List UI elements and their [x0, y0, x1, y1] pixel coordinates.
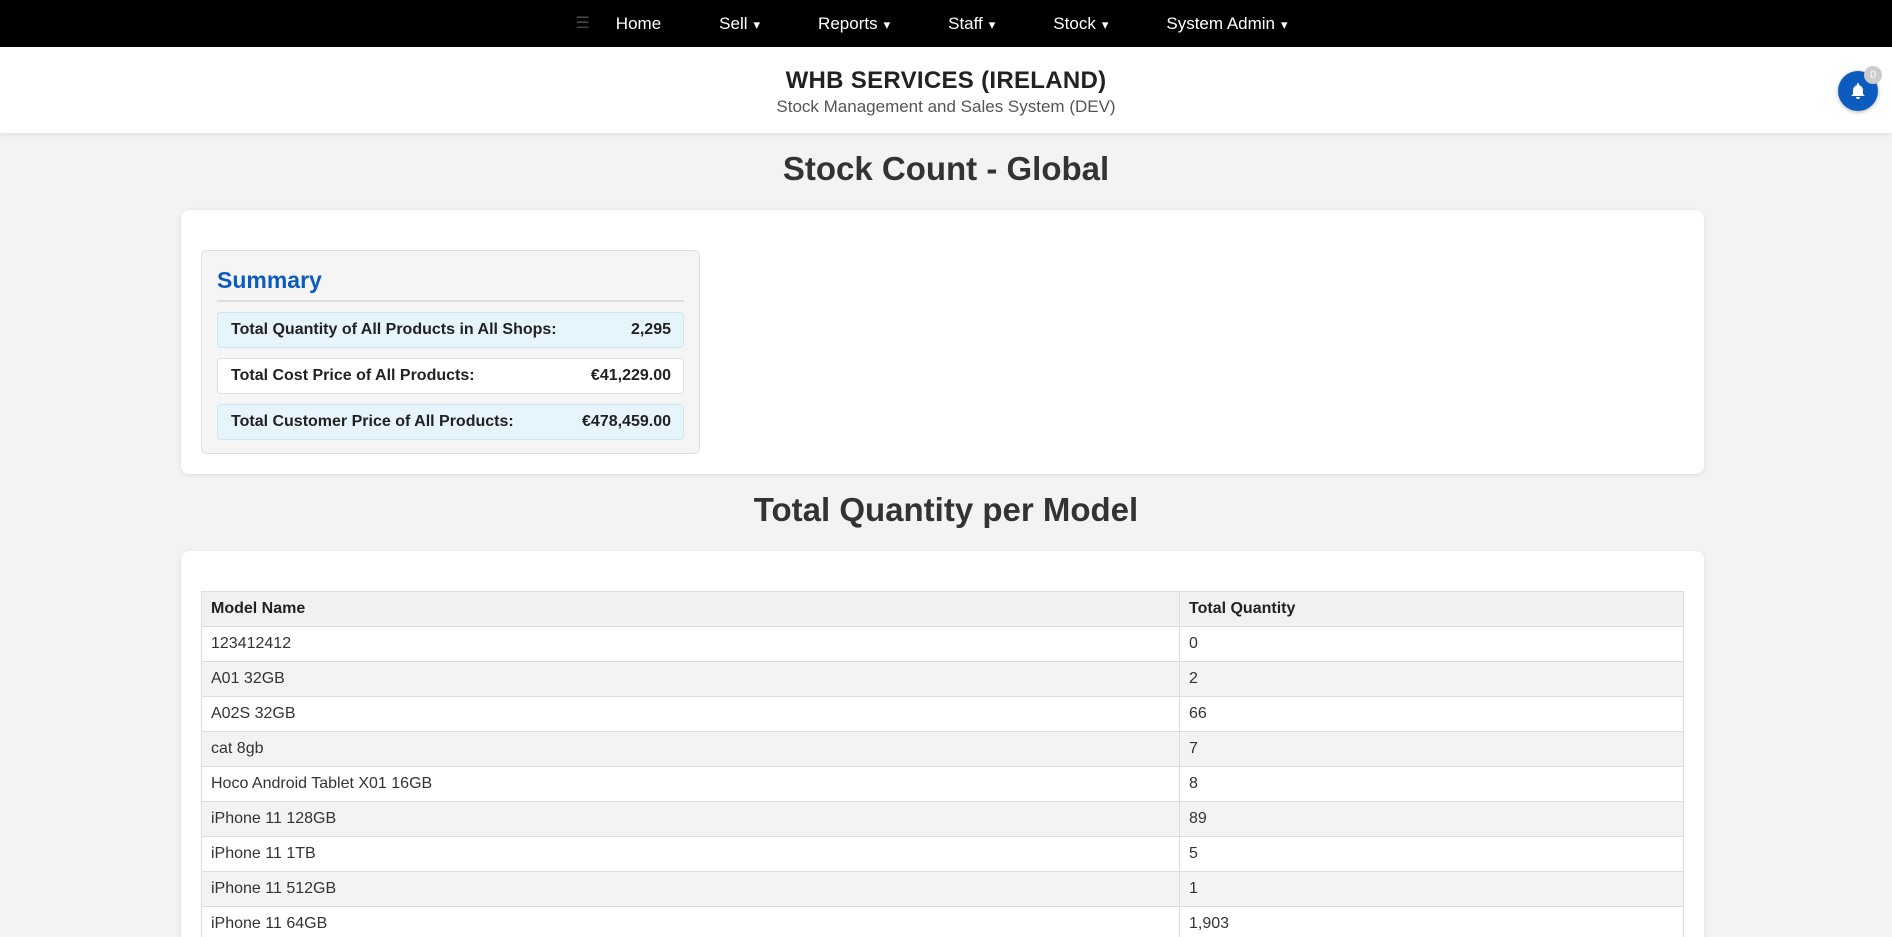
summary-label: Total Quantity of All Products in All Sh… — [231, 321, 557, 338]
chevron-down-icon: ▾ — [1101, 16, 1109, 32]
cell-total-quantity: 1 — [1179, 871, 1684, 907]
cell-model-name: iPhone 11 64GB — [201, 906, 1180, 937]
table-row: iPhone 11 1TB 5 — [201, 836, 1684, 872]
summary-label: Total Cost Price of All Products: — [231, 367, 475, 384]
menu-icon[interactable]: ☰ — [575, 15, 589, 32]
cell-total-quantity: 89 — [1179, 801, 1684, 837]
summary-label: Total Customer Price of All Products: — [231, 413, 514, 430]
nav-reports[interactable]: Reports ▾ — [818, 14, 890, 34]
page-header: WHB SERVICES (IRELAND) Stock Management … — [0, 47, 1892, 133]
nav-system-admin-label: System Admin — [1166, 13, 1276, 33]
cell-total-quantity: 8 — [1179, 766, 1684, 802]
summary-row-total-quantity: Total Quantity of All Products in All Sh… — [217, 312, 684, 348]
column-header-total-quantity: Total Quantity — [1179, 591, 1684, 627]
cell-total-quantity: 0 — [1179, 626, 1684, 662]
cell-model-name: iPhone 11 512GB — [201, 871, 1180, 907]
nav-reports-label: Reports — [818, 13, 878, 33]
cell-total-quantity: 5 — [1179, 836, 1684, 872]
models-table: Model Name Total Quantity 123412412 0 A01… — [201, 591, 1684, 937]
cell-model-name: iPhone 11 1TB — [201, 836, 1180, 872]
chevron-down-icon: ▾ — [988, 16, 996, 32]
summary-value: €41,229.00 — [590, 367, 671, 384]
nav-staff[interactable]: Staff ▾ — [948, 14, 995, 34]
table-row: A02S 32GB 66 — [201, 696, 1684, 732]
table-row: iPhone 11 128GB 89 — [201, 801, 1684, 837]
table-row: A01 32GB 2 — [201, 661, 1684, 697]
chevron-down-icon: ▾ — [1281, 16, 1288, 32]
table-row: iPhone 11 64GB 1,903 — [201, 906, 1684, 937]
table-row: 123412412 0 — [201, 626, 1684, 662]
table-row: cat 8gb 7 — [201, 731, 1684, 767]
summary-value: €478,459.00 — [582, 413, 671, 430]
chevron-down-icon: ▾ — [883, 16, 891, 32]
nav-stock-label: Stock — [1053, 13, 1096, 33]
cell-model-name: A01 32GB — [201, 661, 1180, 697]
summary-card: Summary Total Quantity of All Products i… — [181, 210, 1704, 474]
models-card: Model Name Total Quantity 123412412 0 A01… — [181, 551, 1704, 937]
nav-sell-label: Sell — [719, 13, 748, 33]
nav-items: ☰ Home Sell ▾ Reports ▾ Staff ▾ Stock ▾ Syst… — [575, 14, 1316, 34]
nav-staff-label: Staff — [948, 13, 983, 33]
top-navigation: ☰ Home Sell ▾ Reports ▾ Staff ▾ Stock ▾ Syst… — [0, 0, 1892, 47]
bell-icon — [1851, 83, 1865, 99]
nav-system-admin[interactable]: System Admin ▾ — [1166, 14, 1287, 34]
nav-home[interactable]: Home — [616, 14, 661, 34]
page-title: Stock Count - Global — [782, 150, 1110, 187]
summary-title: Summary — [217, 267, 684, 302]
summary-row-total-customer-price: Total Customer Price of All Products: €4… — [217, 404, 684, 440]
notifications-button[interactable]: 0 — [1838, 66, 1882, 111]
brand-subtitle: Stock Management and Sales System (DEV) — [776, 97, 1116, 116]
table-row: Hoco Android Tablet X01 16GB 8 — [201, 766, 1684, 802]
summary-value: 2,295 — [630, 321, 671, 338]
nav-home-label: Home — [615, 13, 662, 33]
summary-row-total-cost: Total Cost Price of All Products: €41,22… — [217, 358, 684, 394]
column-header-model-name: Model Name — [201, 591, 1180, 627]
nav-stock[interactable]: Stock ▾ — [1053, 14, 1108, 34]
cell-total-quantity: 66 — [1179, 696, 1684, 732]
cell-model-name: Hoco Android Tablet X01 16GB — [201, 766, 1180, 802]
nav-sell[interactable]: Sell ▾ — [719, 14, 760, 34]
brand-title: WHB SERVICES (IRELAND) — [785, 67, 1107, 94]
cell-model-name: A02S 32GB — [201, 696, 1180, 732]
notification-badge: 0 — [1864, 66, 1882, 84]
cell-total-quantity: 7 — [1179, 731, 1684, 767]
table-header-row: Model Name Total Quantity — [201, 591, 1684, 627]
cell-total-quantity: 2 — [1179, 661, 1684, 697]
cell-model-name: iPhone 11 128GB — [201, 801, 1180, 837]
chevron-down-icon: ▾ — [753, 16, 761, 32]
section-title-models: Total Quantity per Model — [753, 491, 1139, 528]
cell-model-name: 123412412 — [201, 626, 1180, 662]
table-row: iPhone 11 512GB 1 — [201, 871, 1684, 907]
cell-model-name: cat 8gb — [201, 731, 1180, 767]
cell-total-quantity: 1,903 — [1179, 906, 1684, 937]
summary-box: Summary Total Quantity of All Products i… — [201, 250, 700, 454]
